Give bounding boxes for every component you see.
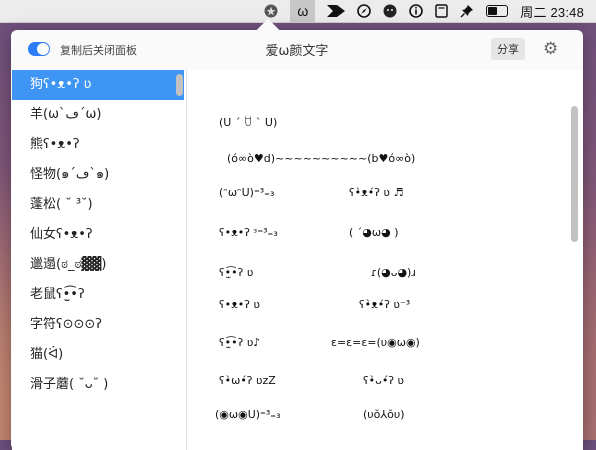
category-sidebar[interactable]: 狗ʕ•ᴥ•ʔ ʋ 羊(ω`ڡ´ω) 熊ʕ•ᴥ•ʔ 怪物(๑´ڡ`๑) 蓬松( ˘… <box>12 70 187 450</box>
pin-icon[interactable] <box>460 0 474 22</box>
battery-icon[interactable] <box>486 0 509 22</box>
sidebar-item-bear[interactable]: 熊ʕ•ᴥ•ʔ <box>12 130 184 160</box>
sidebar-item-mouse[interactable]: 老鼠ʕ•̫͡•ʔ <box>12 280 184 310</box>
sidebar-scrollbar[interactable] <box>176 74 183 96</box>
omega-icon[interactable]: ω <box>290 0 316 22</box>
kaomoji-item[interactable]: ʕ•̀ᴗ•́ʔ ʋ <box>363 374 404 387</box>
kaomoji-item[interactable]: (◉ω◉U)⁼³₌₃ <box>215 408 280 421</box>
sidebar-item-mushroom[interactable]: 滑子蘑( ˘ᴗ˘ ) <box>12 370 184 400</box>
kaomoji-item[interactable]: (ᵔωᵔU)⁼³₌₃ <box>219 186 274 199</box>
sidebar-item-sloppy[interactable]: 邋遢(ಠ_ಠ▓▓) <box>12 250 184 280</box>
kaomoji-item[interactable]: ʕ•̀ω•́ʔ ʋzZ <box>219 374 276 387</box>
sidebar-item-sheep[interactable]: 羊(ω`ڡ´ω) <box>12 100 184 130</box>
share-button[interactable]: 分享 <box>491 38 525 60</box>
popover-toolbar: 复制后关闭面板 爱ω颜文字 分享 ⚙ <box>11 30 583 70</box>
sidebar-item-characters[interactable]: 字符ʕ⊙⊙⊙ʔ <box>12 310 184 340</box>
face-icon[interactable] <box>383 0 397 22</box>
sidebar-item-fairy[interactable]: 仙女ʕ•ᴥ•ʔ <box>12 220 184 250</box>
kaomoji-item[interactable]: ʕ•ᴥ•ʔ ʋ <box>219 298 260 311</box>
kaomoji-item[interactable]: ʕ•̀ᴥ•́ʔ ʋ ♬ <box>349 186 403 199</box>
sidebar-item-cat[interactable]: 猫(ᐛ) <box>12 340 184 370</box>
kaomoji-item[interactable]: (ó∞ò♥d)~~~~~~~~~~(b♥ó∞ò) <box>227 152 415 165</box>
menu-bar: ω 周二 23:48 <box>0 0 596 23</box>
kaomoji-item[interactable]: ε=ε=ε=(υ◉ω◉) <box>331 336 420 349</box>
kaomoji-item[interactable]: ʕ•̫͡•ʔ ʋ <box>219 266 253 279</box>
popover-panel: 复制后关闭面板 爱ω颜文字 分享 ⚙ 狗ʕ•ᴥ•ʔ ʋ 羊(ω`ڡ´ω) 熊ʕ•… <box>11 30 583 450</box>
sidebar-item-fluffy[interactable]: 蓬松( ˘ ³˘) <box>12 190 184 220</box>
compass-icon[interactable] <box>357 0 372 22</box>
sidebar-item-dog[interactable]: 狗ʕ•ᴥ•ʔ ʋ <box>12 70 184 100</box>
document-icon[interactable] <box>435 0 448 22</box>
kaomoji-item[interactable]: ʕ•̫͡•ʔ ʋ♪ <box>219 336 260 349</box>
kaomoji-item[interactable]: (U ´ ꇴ ` U) <box>219 114 277 129</box>
kaomoji-item[interactable]: ( ´◕ω◕ ) <box>349 226 398 239</box>
sidebar-item-monster[interactable]: 怪物(๑´ڡ`๑) <box>12 160 184 190</box>
kaomoji-item[interactable]: ɾ(◕ᴗ◕)ɹ <box>371 266 416 279</box>
menu-bar-clock[interactable]: 周二 23:48 <box>520 0 584 22</box>
kaomoji-item[interactable]: ʕ•ᴥ•ʔ ᵌ⁼³₌₃ <box>219 226 278 239</box>
kaomoji-item[interactable]: ʕ•̀ᴥ•́ʔ ʋ⁻³ <box>359 298 410 311</box>
kaomoji-item[interactable]: (υŏ⅄ŏυ) <box>363 408 405 421</box>
gear-icon[interactable]: ⚙ <box>543 40 558 58</box>
content-scrollbar[interactable] <box>571 106 578 242</box>
kaomoji-grid: (U ´ ꇴ ` U) (ó∞ò♥d)~~~~~~~~~~(b♥ó∞ò) (ᵔω… <box>187 70 583 450</box>
arrow-icon[interactable] <box>327 0 346 22</box>
info-icon[interactable] <box>409 0 424 22</box>
